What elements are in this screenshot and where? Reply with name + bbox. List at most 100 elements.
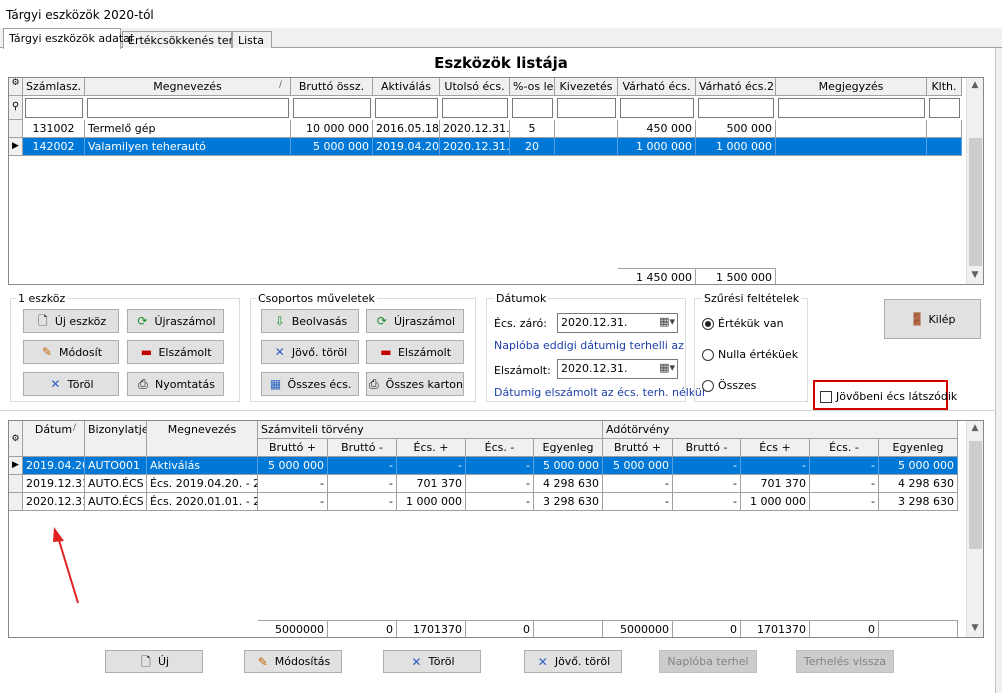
asset-column-header[interactable]: Aktiválás [373,78,440,96]
asset-column-header[interactable]: Bruttó össz. [291,78,373,96]
column-filter-input[interactable] [698,98,774,118]
asset-column-header[interactable]: Megnevezés [85,78,291,96]
new-entry-button[interactable]: 🗋 Új [105,650,203,673]
ledger-row-cell[interactable]: 701 370 [741,475,810,493]
ledger-row-cell[interactable]: - [258,493,328,511]
radio-circle[interactable] [702,348,714,361]
ledger-row-selected-cell[interactable]: 2019.04.20. [23,457,85,475]
asset-row-cell[interactable] [927,120,962,138]
column-filter-input[interactable] [375,98,438,118]
ledger-row-selected-cell[interactable]: - [397,457,466,475]
settled-single-button[interactable]: ▬ Elszámolt [127,340,224,364]
ledger-row-cell[interactable]: 2020.12.31. [23,493,85,511]
asset-row-cell[interactable]: 131002 [23,120,85,138]
ledger-sub-header[interactable]: Écs. - [466,439,534,457]
asset-column-header[interactable]: Klth. [927,78,962,96]
ledger-row-cell[interactable]: - [328,475,397,493]
asset-column-header[interactable]: Megjegyzés [776,78,927,96]
column-filter-input[interactable] [87,98,289,118]
exit-button[interactable]: 🚪 Kilép [884,299,981,339]
asset-row-selected-cell[interactable] [776,138,927,156]
ledger-row-cell[interactable]: 3 298 630 [534,493,603,511]
new-asset-button[interactable]: 🗋 Új eszköz [23,309,119,333]
scroll-up-icon[interactable]: ▲ [967,423,983,433]
calendar-dropdown-icon[interactable]: ▦▾ [659,361,675,374]
ledger-sub-header[interactable]: Bruttó + [603,439,673,457]
asset-row-cell[interactable]: 500 000 [696,120,776,138]
asset-column-header[interactable]: Utolsó écs. [440,78,510,96]
ledger-row-cell[interactable]: - [673,475,741,493]
asset-row-cell[interactable] [555,120,618,138]
asset-row-cell[interactable]: 2020.12.31. [440,120,510,138]
asset-column-header[interactable]: Kivezetés [555,78,618,96]
column-filter-input[interactable] [25,98,83,118]
ledger-grid[interactable]: ⚙ ▶ Dátum Bizonylatjel Megnevezés ∕ Számvite… [8,420,984,638]
asset-grid-scrollbar[interactable]: ▲ ▼ [966,78,983,284]
ledger-row-cell[interactable]: - [603,493,673,511]
post-to-journal-button[interactable]: Naplóba terhel [659,650,757,673]
grid-settings-icon[interactable]: ⚙ [9,421,23,457]
asset-grid[interactable]: ⚙ ⚲ ▶ Számlasz. Megnevezés ∕ Bruttó össz. Ak… [8,77,984,285]
checkbox-box[interactable] [820,390,832,403]
ledger-row-cell[interactable]: 701 370 [397,475,466,493]
ledger-row-selected-cell[interactable]: AUTO001 [85,457,147,475]
reverse-posting-button[interactable]: Terhelés vissza [796,650,894,673]
radio-circle[interactable] [702,379,714,392]
asset-row-selected-cell[interactable]: 2019.04.20. [373,138,440,156]
radio-circle[interactable] [702,317,714,330]
ledger-sub-header[interactable]: Bruttó - [328,439,397,457]
ledger-row-cell[interactable]: - [603,475,673,493]
ledger-row-cell[interactable]: 3 298 630 [879,493,958,511]
ledger-sub-header[interactable]: Écs. - [810,439,879,457]
modify-single-button[interactable]: ✎ Módosít [23,340,119,364]
ledger-row-cell[interactable]: - [258,475,328,493]
ledger-row-cell[interactable]: - [810,475,879,493]
delete-entry-button[interactable]: ✕ Töröl [383,650,481,673]
ledger-row-selected-cell[interactable]: - [741,457,810,475]
ledger-row-cell[interactable]: Écs. 2020.01.01. - 202 [147,493,258,511]
ledger-row-cell[interactable]: - [673,493,741,511]
ledger-row-cell[interactable]: AUTO.ÉCS [85,475,147,493]
asset-row-selected-cell[interactable]: 1 000 000 [696,138,776,156]
asset-row-selected-cell[interactable] [555,138,618,156]
ledger-row-cell[interactable]: - [810,493,879,511]
ledger-row-selected-cell[interactable]: Aktiválás [147,457,258,475]
grid-settings-icon[interactable]: ⚙ [9,78,23,96]
ledger-row-selected-cell[interactable]: 5 000 000 [879,457,958,475]
asset-row-selected-cell[interactable]: 1 000 000 [618,138,696,156]
modify-entry-button[interactable]: ✎ Módosítás [244,650,342,673]
ledger-row-cell[interactable]: 4 298 630 [879,475,958,493]
scroll-thumb[interactable] [969,138,982,266]
filter-radio-all[interactable]: Összes [702,379,756,392]
asset-row-cell[interactable] [776,120,927,138]
asset-row-selected-cell[interactable] [927,138,962,156]
scroll-up-icon[interactable]: ▲ [967,80,983,90]
asset-column-header[interactable]: Várható écs.2 [696,78,776,96]
ledger-row-selected-cell[interactable]: - [673,457,741,475]
column-filter-input[interactable] [778,98,925,118]
asset-row-cell[interactable]: 10 000 000 [291,120,373,138]
all-depreciation-button[interactable]: ▦ Összes écs. [261,372,359,396]
ledger-row-selected-cell[interactable]: - [466,457,534,475]
ledger-sub-header[interactable]: Écs + [741,439,810,457]
asset-row-cell[interactable]: 5 [510,120,555,138]
asset-row-selected-cell[interactable]: 5 000 000 [291,138,373,156]
calendar-dropdown-icon[interactable]: ▦▾ [659,315,675,328]
scroll-down-icon[interactable]: ▼ [967,270,983,280]
asset-row-selected-cell[interactable]: Valamilyen teherautó [85,138,291,156]
ledger-row-selected-cell[interactable]: 5 000 000 [258,457,328,475]
recalc-single-button[interactable]: ⟳ Újraszámol [127,309,224,333]
ledger-row-selected-cell[interactable]: 5 000 000 [603,457,673,475]
recalc-batch-button[interactable]: ⟳ Újraszámol [366,309,464,333]
column-filter-input[interactable] [512,98,553,118]
ledger-grid-scrollbar[interactable]: ▲ ▼ [966,421,983,637]
future-delete-batch-button[interactable]: ✕ Jövő. töröl [261,340,359,364]
ledger-sub-header[interactable]: Écs. + [397,439,466,457]
ledger-row-cell[interactable]: - [466,493,534,511]
settled-date-picker[interactable]: 2020.12.31. ▦▾ [557,359,678,379]
ledger-row-selected-cell[interactable]: 5 000 000 [534,457,603,475]
asset-column-header[interactable]: Várható écs. [618,78,696,96]
filter-radio-has-value[interactable]: Értékük van [702,317,784,330]
ledger-row-selected-cell[interactable]: - [328,457,397,475]
scroll-down-icon[interactable]: ▼ [967,623,983,633]
